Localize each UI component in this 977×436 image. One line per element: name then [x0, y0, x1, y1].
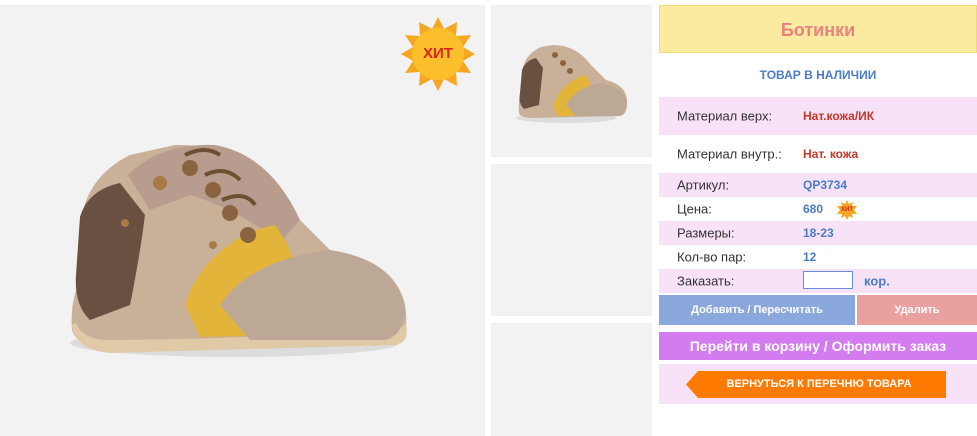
spec-row-pairs: Кол-во пар: 12 — [659, 245, 977, 269]
spec-value: Нат.кожа/ИК — [803, 109, 875, 123]
spec-row-material-inner: Материал внутр.: Нат. кожа — [659, 135, 977, 173]
main-product-image[interactable]: ХИТ — [0, 5, 485, 436]
hit-mini-badge: ХИТ — [837, 200, 857, 220]
spec-label: Кол-во пар: — [677, 249, 747, 265]
spec-label: Заказать: — [677, 273, 735, 289]
spec-label: Цена: — [677, 201, 712, 217]
order-buttons: Добавить / Пересчитать Удалить — [659, 295, 977, 325]
price-value: 680 — [803, 202, 824, 216]
spec-row-price: Цена: 680 ХИТ — [659, 197, 977, 221]
boot-thumbnail — [516, 45, 628, 123]
back-area: ВЕРНУТЬСЯ К ПЕРЕЧНЮ ТОВАРА — [659, 364, 977, 404]
spec-label: Материал внутр.: — [677, 146, 782, 162]
thumbnail-3[interactable] — [491, 323, 652, 436]
order-unit: кор. — [864, 273, 890, 289]
spec-value: QP3734 — [803, 178, 848, 192]
hit-badge-label: ХИТ — [423, 45, 453, 62]
hit-mini-label: ХИТ — [841, 207, 853, 213]
product-info-panel: Ботинки ТОВАР В НАЛИЧИИ Материал верх: Н… — [659, 5, 977, 404]
hit-badge: ХИТ — [401, 17, 475, 91]
delete-button[interactable]: Удалить — [857, 295, 977, 325]
thumbnail-2[interactable] — [491, 164, 652, 316]
spec-row-article: Артикул: QP3734 — [659, 173, 977, 197]
spec-row-material-top: Материал верх: Нат.кожа/ИК — [659, 97, 977, 135]
spec-value: 18-23 — [803, 226, 834, 240]
go-to-cart-button[interactable]: Перейти в корзину / Оформить заказ — [659, 332, 977, 360]
spec-value: Нат. кожа — [803, 147, 859, 161]
thumbnail-1[interactable] — [491, 5, 652, 157]
product-title: Ботинки — [659, 5, 977, 53]
back-to-list-label: ВЕРНУТЬСЯ К ПЕРЕЧНЮ ТОВАРА — [726, 378, 912, 390]
spec-row-sizes: Размеры: 18-23 — [659, 221, 977, 245]
add-recalculate-button[interactable]: Добавить / Пересчитать — [659, 295, 855, 325]
spec-row-order: Заказать: кор. — [659, 269, 977, 293]
spec-label: Размеры: — [677, 225, 735, 241]
order-quantity-input[interactable] — [803, 271, 853, 289]
spec-label: Артикул: — [677, 177, 730, 193]
stock-status: ТОВАР В НАЛИЧИИ — [759, 68, 877, 82]
spec-value: 12 — [803, 250, 817, 264]
back-to-list-button[interactable]: ВЕРНУТЬСЯ К ПЕРЕЧНЮ ТОВАРА — [686, 371, 946, 398]
spec-label: Материал верх: — [677, 108, 773, 124]
